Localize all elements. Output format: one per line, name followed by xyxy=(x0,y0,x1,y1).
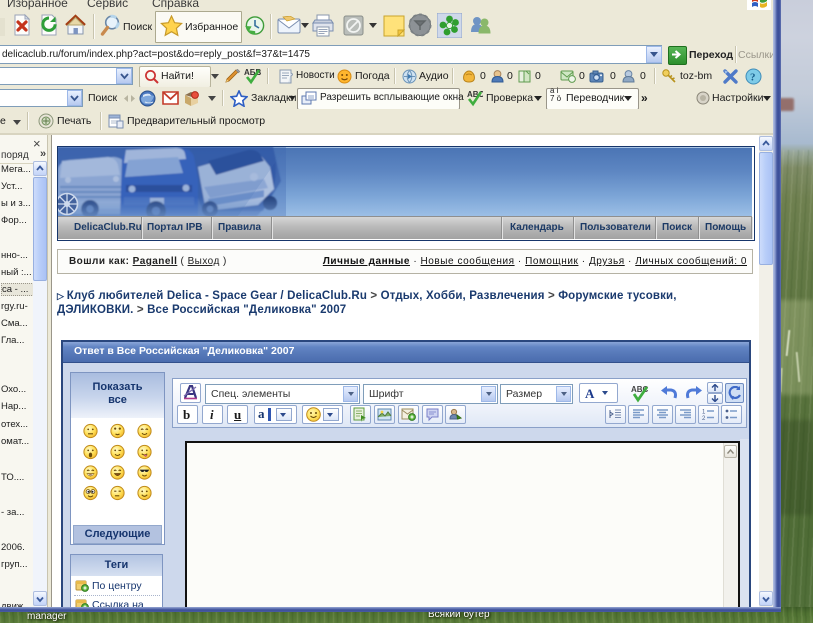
svg-text:2: 2 xyxy=(702,416,706,422)
svg-text:?: ? xyxy=(750,72,756,84)
svg-text:1: 1 xyxy=(702,410,706,416)
svg-text:АБВ: АБВ xyxy=(244,68,262,77)
